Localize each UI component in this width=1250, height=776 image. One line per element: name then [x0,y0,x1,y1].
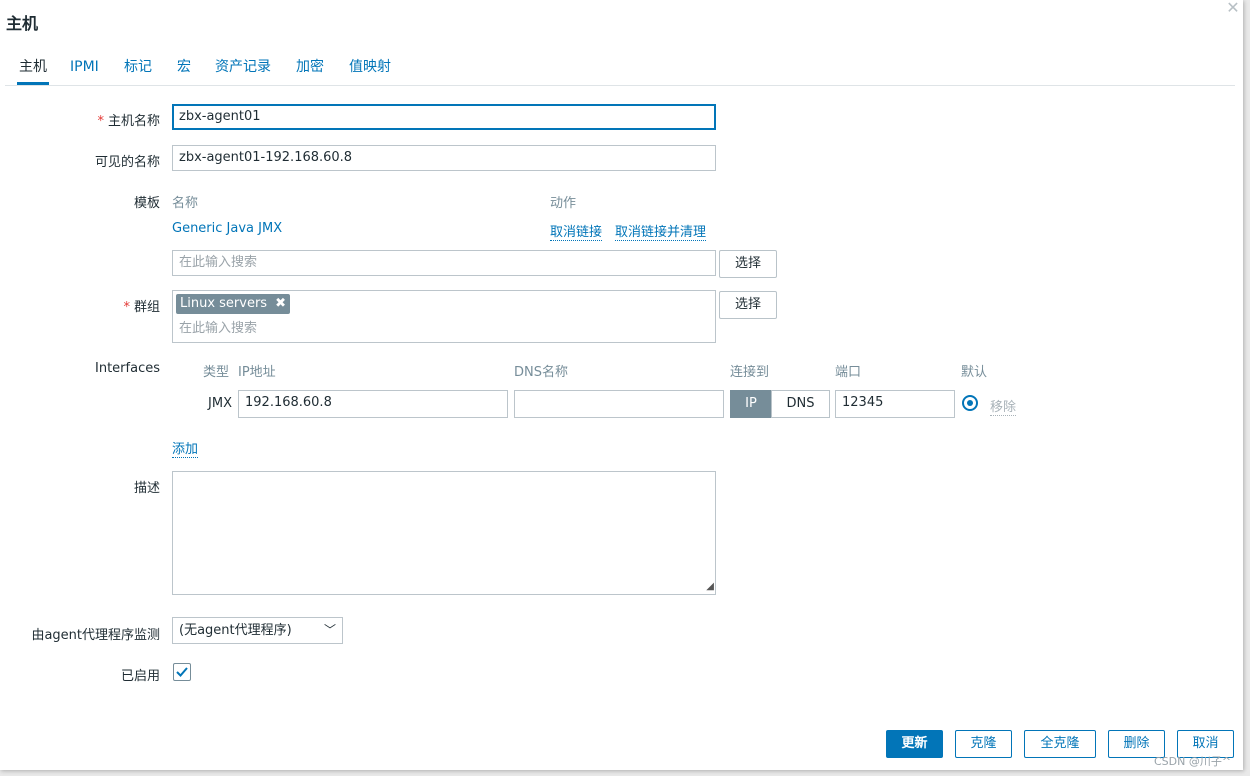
tab-bar: 主机 IPMI 标记 宏 资产记录 加密 值映射 [5,58,1235,86]
templates-label: 模板 [133,196,160,211]
visible-name-label: 可见的名称 [94,155,160,170]
groups-multiselect[interactable]: Linux servers ✖ 在此输入搜索 [172,290,716,343]
host-name-label: * 主机名称 [97,114,160,129]
update-button[interactable]: 更新 [886,730,943,758]
tab-value-mapping[interactable]: 值映射 [347,58,393,82]
clone-button[interactable]: 克隆 [955,730,1012,758]
template-link-generic-java-jmx[interactable]: Generic Java JMX [172,221,282,236]
interfaces-col-port: 端口 [835,365,862,380]
interface-ip-input[interactable]: 192.168.60.8 [238,390,508,418]
templates-col-name: 名称 [172,196,199,211]
close-icon[interactable]: ✕ [1225,0,1241,16]
enabled-label: 已启用 [120,669,160,684]
resize-handle-icon[interactable]: ◢ [702,581,714,593]
template-unlink-link[interactable]: 取消链接 [550,221,603,241]
interface-remove-link[interactable]: 移除 [990,396,1017,416]
interfaces-col-default: 默认 [961,365,988,380]
template-search-input[interactable]: 在此输入搜索 [172,250,716,276]
template-select-button[interactable]: 选择 [719,250,777,278]
description-label: 描述 [133,481,160,496]
full-clone-button[interactable]: 全克隆 [1024,730,1096,758]
enabled-checkbox[interactable] [173,663,191,681]
interfaces-col-ip: IP地址 [238,365,276,380]
interface-type-jmx: JMX [208,396,232,411]
tab-macros[interactable]: 宏 [175,58,193,82]
tab-tags[interactable]: 标记 [122,58,154,82]
groups-select-button[interactable]: 选择 [719,291,777,319]
chevron-down-icon: ﹀ [323,623,336,637]
host-name-input[interactable]: zbx-agent01 [172,104,716,130]
templates-col-action: 动作 [550,196,577,211]
tab-host[interactable]: 主机 [17,58,49,85]
visible-name-input[interactable]: zbx-agent01-192.168.60.8 [172,145,716,171]
connect-to-dns-toggle[interactable]: DNS [771,390,830,418]
interfaces-col-connect: 连接到 [730,365,770,380]
groups-search-placeholder[interactable]: 在此输入搜索 [179,317,257,341]
watermark: CSDN @川子^ [1154,755,1232,768]
tab-ipmi[interactable]: IPMI [68,58,101,82]
interfaces-col-dns: DNS名称 [514,365,568,380]
connect-to-ip-toggle[interactable]: IP [730,390,772,418]
description-textarea[interactable]: ◢ [172,471,716,595]
interfaces-label: Interfaces [95,361,160,376]
interface-port-input[interactable]: 12345 [835,390,955,418]
template-unlink-clear-link[interactable]: 取消链接并清理 [615,221,707,241]
group-chip-label: Linux servers [180,296,268,311]
interface-default-radio[interactable] [962,395,978,411]
groups-label: * 群组 [123,300,160,315]
interface-add-link[interactable]: 添加 [172,438,199,458]
proxy-label: 由agent代理程序监测 [31,628,160,643]
interface-dns-input[interactable] [514,390,724,418]
tab-inventory[interactable]: 资产记录 [213,58,273,82]
host-dialog: 主机 ✕ 主机 IPMI 标记 宏 资产记录 加密 值映射 * 主机名称 zbx-… [0,0,1243,770]
interfaces-col-type: 类型 [203,365,230,380]
tab-encryption[interactable]: 加密 [294,58,326,82]
dialog-title: 主机 [6,14,39,33]
remove-chip-icon[interactable]: ✖ [275,296,286,311]
proxy-select[interactable]: (无agent代理程序) ﹀ [172,617,343,644]
checkmark-icon [176,667,188,677]
proxy-selected-value: (无agent代理程序) [179,623,292,638]
group-chip-linux-servers: Linux servers ✖ [176,294,290,314]
